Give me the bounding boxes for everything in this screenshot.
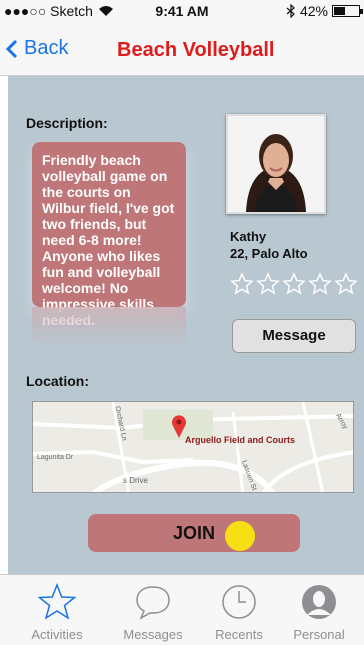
back-button[interactable]: Back (6, 37, 68, 60)
chat-bubble-icon (136, 586, 170, 620)
chevron-left-icon (6, 39, 18, 58)
host-avatar[interactable] (226, 114, 326, 214)
battery-icon (332, 5, 363, 17)
tab-activities[interactable]: Activities (14, 583, 100, 642)
tab-label: Activities (31, 627, 83, 642)
star-icon (37, 583, 77, 620)
battery-percent: 42% (299, 3, 328, 19)
clock-icon (222, 585, 256, 619)
map-street-label: s Drive (123, 476, 148, 485)
touch-indicator (225, 521, 255, 551)
description-card-reflection (32, 307, 186, 347)
status-bar: ●●●○○ Sketch 9:41 AM 42% (0, 0, 364, 22)
tab-personal[interactable]: Personal (276, 583, 362, 642)
tab-messages[interactable]: Messages (110, 583, 196, 642)
back-label: Back (24, 37, 69, 59)
map-street-label: Lagunita Dr (37, 454, 74, 461)
message-button[interactable]: Message (232, 319, 356, 353)
description-card: Friendly beach volleyball game on the co… (32, 142, 186, 328)
host-age-location: 22, Palo Alto (230, 246, 308, 261)
tab-label: Recents (215, 627, 263, 642)
star-icon[interactable] (308, 272, 332, 296)
star-icon[interactable] (282, 272, 306, 296)
host-name: Kathy (230, 229, 267, 244)
tab-recents[interactable]: Recents (196, 583, 282, 642)
star-icon[interactable] (334, 272, 358, 296)
tab-label: Messages (123, 627, 183, 642)
navigation-bar: Back Beach Volleyball (0, 22, 364, 76)
tab-label: Personal (293, 627, 345, 642)
map-place-label: Arguello Field and Courts (185, 435, 296, 445)
star-icon[interactable] (230, 272, 254, 296)
map-roads (33, 402, 353, 492)
location-heading: Location: (26, 373, 89, 389)
host-rating[interactable] (230, 272, 358, 296)
person-icon (302, 585, 336, 619)
location-map[interactable]: Arguello Field and Courts Lagunita Dr Or… (32, 401, 354, 493)
event-detail-panel: Description: Friendly beach volleyball g… (8, 76, 364, 574)
join-button[interactable]: JOIN (88, 514, 300, 552)
star-icon[interactable] (256, 272, 280, 296)
description-heading: Description: (26, 115, 108, 131)
page-title: Beach Volleyball (117, 39, 275, 61)
bluetooth-icon (286, 4, 295, 18)
host-photo-icon (228, 116, 324, 212)
status-right: 42% (286, 3, 363, 19)
tab-bar: Activities Messages Recents Personal (0, 574, 364, 645)
wifi-icon (99, 6, 113, 16)
